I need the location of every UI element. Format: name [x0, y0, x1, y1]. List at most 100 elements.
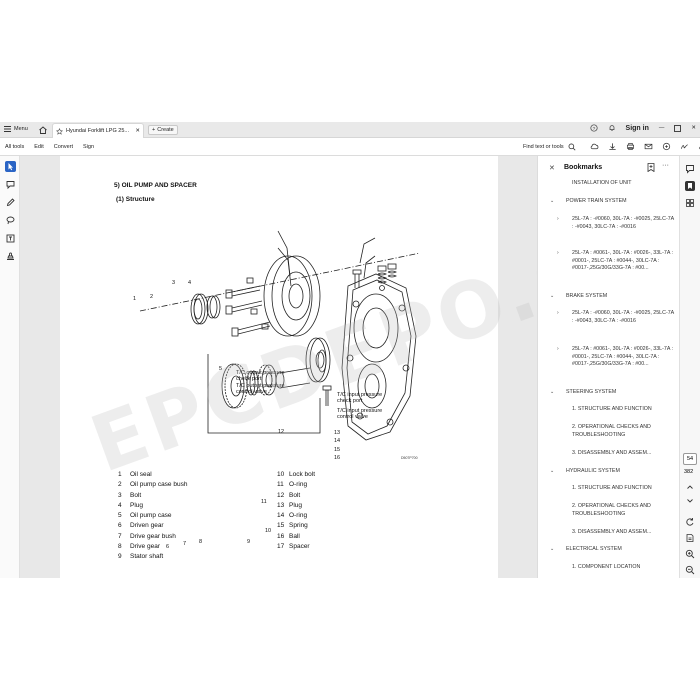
callout-tc-input-control: T/C input pressure control valve [337, 408, 383, 420]
bookmark-item[interactable]: 1. STRUCTURE AND FUNCTION [572, 485, 674, 493]
lasso-icon[interactable] [5, 215, 16, 226]
window-controls: ? Sign in — ✕ [589, 124, 696, 132]
bookmark-label: ELECTRICAL SYSTEM [566, 546, 622, 552]
document-tab[interactable]: Hyundai Forklift LPG 25... ✕ [52, 123, 144, 138]
bookmark-label: 25L-7A : #0061-, 30L-7A : #0026-, 33L-7A… [572, 346, 674, 367]
part-name: Lock bolt [289, 471, 316, 478]
sign-menu[interactable]: Sign [83, 144, 94, 150]
edit-menu[interactable]: Edit [34, 144, 43, 150]
rotate-icon[interactable] [685, 517, 695, 527]
close-panel-icon[interactable]: ✕ [549, 164, 555, 172]
convert-menu[interactable]: Convert [54, 144, 73, 150]
thumbnails-icon[interactable] [685, 198, 695, 208]
bookmark-item[interactable]: › 25L-7A : #0061-, 30L-7A : #0026-, 33L-7… [557, 346, 674, 369]
oil-pump-case-bush-part [206, 295, 221, 319]
star-icon[interactable] [56, 127, 63, 135]
figure-code: D507P700 [401, 456, 418, 460]
upload-cloud-icon[interactable] [590, 142, 599, 151]
chevron-down-icon[interactable]: ⌄ [550, 293, 554, 301]
bookmark-item[interactable]: INSTALLATION OF UNIT [572, 180, 674, 188]
bookmark-label: STEERING SYSTEM [566, 389, 617, 395]
chevron-down-icon[interactable] [685, 496, 695, 506]
chevron-down-icon[interactable]: ⌄ [550, 468, 554, 476]
bookmark-item[interactable]: 3. DISASSEMBLY AND ASSEM... [572, 529, 674, 537]
bookmark-label: 25L-7A : -#0060, 30L-7A : -#0025, 25LC-7… [572, 216, 674, 230]
sub-title: (1) Structure [116, 196, 155, 203]
bookmark-item[interactable]: › 25L-7A : -#0060, 30L-7A : -#0025, 25LC-… [557, 216, 674, 231]
chevron-down-icon[interactable]: ⌄ [550, 546, 554, 554]
bookmarks-header: ✕ Bookmarks ··· [538, 156, 679, 178]
sign-in-button[interactable]: Sign in [626, 125, 649, 132]
part-name: Ball [289, 532, 300, 540]
part-name: Stator shaft [130, 553, 164, 561]
parts-list-row: 15 Spring [277, 522, 315, 532]
chevron-down-icon[interactable]: ⌄ [550, 198, 554, 206]
bookmark-item[interactable]: › 25L-7A : -#0060, 30L-7A : -#0025, 25LC-… [557, 310, 674, 325]
bookmarks-panel-icon[interactable] [685, 181, 695, 191]
help-icon[interactable]: ? [589, 124, 598, 132]
print-icon[interactable] [626, 142, 635, 151]
bookmarks-panel: ✕ Bookmarks ··· INSTALLATION OF UNIT ⌄ POW… [537, 156, 679, 578]
bookmark-label: BRAKE SYSTEM [566, 293, 608, 299]
diagram-number: 8 [199, 539, 203, 545]
minimize-icon[interactable]: — [659, 125, 665, 131]
bookmark-item[interactable]: 3. DISASSEMBLY AND ASSEM... [572, 450, 674, 458]
bookmark-item[interactable]: ⌄ POWER TRAIN SYSTEM [550, 198, 674, 206]
bookmark-item[interactable]: ⌄ BRAKE SYSTEM [550, 293, 674, 301]
app-window: Menu Hyundai Forklift LPG 25... ✕ + Crea… [0, 122, 700, 578]
signature-icon[interactable] [680, 142, 689, 151]
mail-icon[interactable] [644, 142, 653, 151]
close-tab-icon[interactable]: ✕ [135, 128, 140, 134]
leader-line [277, 230, 291, 277]
bookmark-item[interactable]: › 25L-7A : #0061-, 30L-7A : #0026-, 33L-7… [557, 250, 674, 273]
leader-line [363, 255, 376, 279]
close-window-icon[interactable]: ✕ [691, 125, 696, 131]
find-text-box[interactable]: Find text or tools [523, 143, 576, 151]
zoom-in-icon[interactable] [685, 549, 695, 559]
bookmark-item[interactable]: 1. COMPONENT LOCATION [572, 564, 674, 572]
more-options-icon[interactable]: ··· [662, 162, 669, 169]
bell-icon[interactable] [608, 124, 616, 132]
parts-list-row: 10 Lock bolt [277, 471, 315, 481]
text-box-icon[interactable] [5, 233, 16, 244]
bookmark-item[interactable]: 2. OPERATIONAL CHECKS AND TROUBLESHOOTIN… [572, 503, 674, 518]
bookmark-item[interactable]: 2. OPERATIONAL CHECKS AND TROUBLESHOOTIN… [572, 424, 674, 439]
chevron-right-icon[interactable]: › [557, 346, 559, 354]
diagram-number: 11 [261, 499, 267, 505]
select-cursor-icon[interactable] [5, 161, 16, 172]
create-button[interactable]: + Create [148, 125, 178, 135]
pen-icon[interactable] [5, 197, 16, 208]
bookmark-item[interactable]: 1. STRUCTURE AND FUNCTION [572, 406, 674, 414]
chevron-up-icon[interactable] [685, 482, 695, 492]
menu-button[interactable]: Menu [4, 126, 28, 132]
document-viewer[interactable]: 5) OIL PUMP AND SPACER (1) Structure T/C… [20, 156, 700, 578]
home-icon[interactable] [38, 125, 48, 135]
bookmark-label: POWER TRAIN SYSTEM [566, 198, 627, 204]
tab-title: Hyundai Forklift LPG 25... [66, 128, 129, 134]
chevron-right-icon[interactable]: › [557, 310, 559, 318]
bookmark-item[interactable]: ⌄ ELECTRICAL SYSTEM [550, 546, 674, 554]
comments-panel-icon[interactable] [685, 164, 695, 174]
bookmark-label: INSTALLATION OF UNIT [572, 180, 632, 186]
page-number-input[interactable]: 54 [683, 453, 697, 465]
diagram-number: 10 [265, 528, 272, 534]
left-tool-panel [0, 156, 20, 578]
bookmark-item[interactable]: ⌄ HYDRAULIC SYSTEM [550, 468, 674, 476]
chevron-right-icon[interactable]: › [557, 250, 559, 258]
comment-icon[interactable] [5, 179, 16, 190]
zoom-out-icon[interactable] [685, 565, 695, 575]
chevron-right-icon[interactable]: › [557, 216, 559, 224]
save-icon[interactable] [608, 142, 617, 151]
add-bookmark-icon[interactable] [647, 163, 655, 172]
page-fit-icon[interactable] [685, 533, 695, 543]
maximize-icon[interactable] [674, 124, 682, 132]
part-name: Plug [130, 501, 144, 509]
part-name: Bolt [289, 491, 301, 499]
diagram-number: 2 [150, 294, 154, 300]
stamp-icon[interactable] [5, 251, 16, 262]
all-tools-menu[interactable]: All tools [5, 144, 24, 150]
part-number: 3 [118, 491, 122, 499]
chevron-down-icon[interactable]: ⌄ [550, 389, 554, 397]
ai-assistant-icon[interactable] [662, 142, 671, 151]
bookmark-item[interactable]: ⌄ STEERING SYSTEM [550, 389, 674, 397]
